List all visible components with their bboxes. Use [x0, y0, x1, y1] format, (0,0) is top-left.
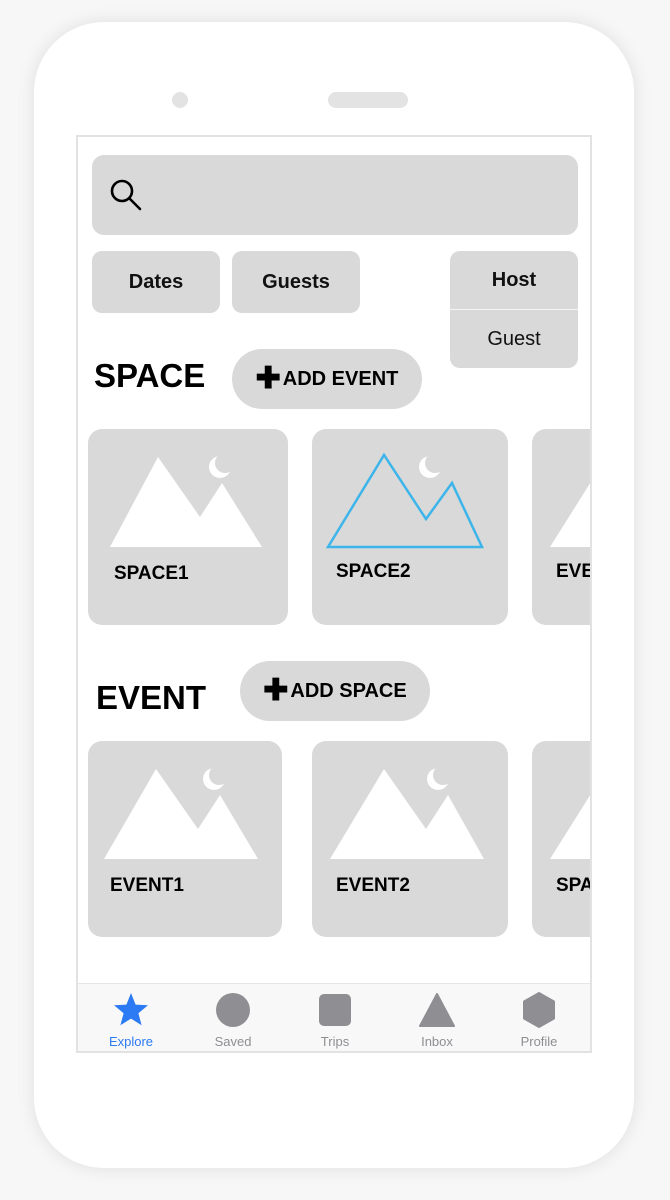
- image-placeholder-icon: [325, 452, 484, 549]
- tab-inbox-label: Inbox: [421, 1034, 453, 1049]
- space-card[interactable]: EVE: [532, 429, 592, 625]
- tab-profile-label: Profile: [520, 1034, 558, 1049]
- hexagon-icon: [523, 992, 555, 1028]
- space-card[interactable]: SPACE1: [88, 429, 288, 625]
- add-space-label: ADD SPACE: [290, 679, 407, 702]
- add-space-button[interactable]: ✚ ADD SPACE: [240, 661, 430, 721]
- host-option[interactable]: Host: [450, 251, 578, 309]
- guest-option[interactable]: Guest: [450, 309, 578, 368]
- event-card[interactable]: SPA: [532, 741, 592, 937]
- image-placeholder-icon: [550, 795, 590, 859]
- image-placeholder-icon: [550, 483, 590, 547]
- app-screen: Dates Guests Host Guest SPACE ✚ ADD EVEN…: [76, 135, 592, 1053]
- plus-icon: ✚: [255, 362, 281, 395]
- speaker-slot: [328, 92, 408, 108]
- tab-saved-label: Saved: [214, 1034, 252, 1049]
- card-label: SPACE2: [336, 561, 411, 582]
- tab-trips-label: Trips: [320, 1034, 350, 1049]
- guests-filter-button[interactable]: Guests: [232, 251, 360, 313]
- space-section-title: SPACE: [94, 357, 206, 394]
- add-event-button[interactable]: ✚ ADD EVENT: [232, 349, 422, 409]
- event-section-title: EVENT: [96, 679, 207, 716]
- event-card[interactable]: EVENT1: [88, 741, 282, 937]
- search-input[interactable]: [92, 155, 578, 235]
- square-icon: [319, 994, 351, 1026]
- plus-icon: ✚: [263, 674, 289, 707]
- tab-inbox[interactable]: Inbox: [386, 984, 488, 1051]
- tab-explore-label: Explore: [108, 1034, 154, 1049]
- image-placeholder-icon: [104, 765, 258, 859]
- card-label: EVENT2: [336, 875, 410, 896]
- tab-explore[interactable]: Explore: [80, 984, 182, 1051]
- triangle-icon: [419, 993, 455, 1027]
- event-card[interactable]: EVENT2: [312, 741, 508, 937]
- tab-saved[interactable]: Saved: [182, 984, 284, 1051]
- image-placeholder-icon: [330, 765, 484, 859]
- camera-dot: [172, 92, 188, 108]
- circle-icon: [216, 993, 250, 1027]
- add-event-label: ADD EVENT: [282, 367, 399, 390]
- image-placeholder-icon: [110, 453, 262, 547]
- star-icon: [114, 993, 148, 1026]
- card-label: SPA: [556, 875, 592, 896]
- tab-profile[interactable]: Profile: [488, 984, 590, 1051]
- tab-trips[interactable]: Trips: [284, 984, 386, 1051]
- card-label: EVE: [556, 561, 592, 582]
- bottom-tab-bar: Explore Saved Trips Inbox Profile: [78, 983, 590, 1051]
- dates-filter-button[interactable]: Dates: [92, 251, 220, 313]
- space-card[interactable]: SPACE2: [312, 429, 508, 625]
- card-label: SPACE1: [114, 563, 189, 584]
- search-icon: [110, 179, 142, 211]
- card-label: EVENT1: [110, 875, 184, 896]
